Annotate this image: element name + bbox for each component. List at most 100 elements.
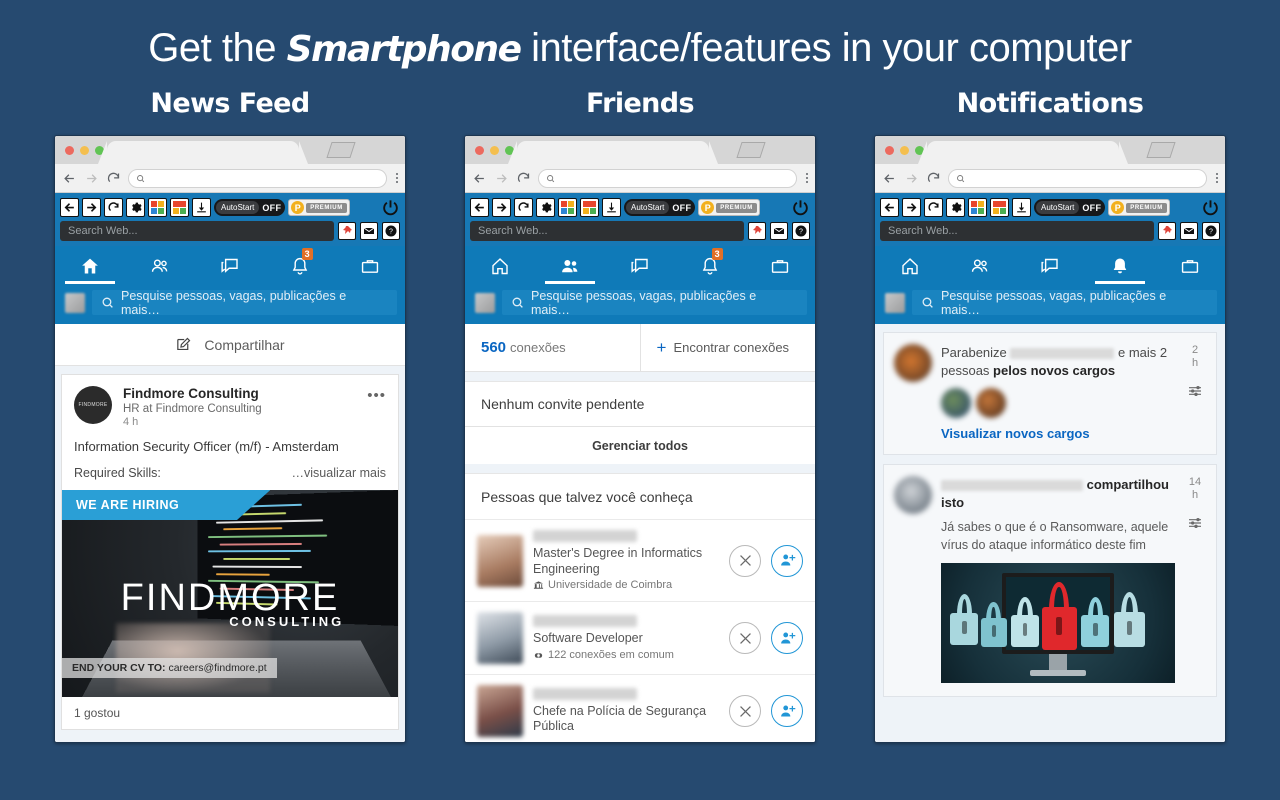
find-connections-button[interactable]: + Encontrar conexões: [641, 324, 816, 371]
premium-badge[interactable]: P PREMIUM: [698, 199, 760, 216]
window-controls[interactable]: [55, 146, 104, 164]
app-tab-notifications[interactable]: 3: [265, 246, 335, 284]
power-icon[interactable]: [381, 198, 400, 217]
pin-button[interactable]: [1158, 222, 1176, 240]
post-avatar[interactable]: FINDMORE: [74, 386, 112, 424]
share-bar[interactable]: Compartilhar: [55, 324, 405, 366]
url-input[interactable]: [538, 168, 797, 188]
new-tab-button[interactable]: [1146, 142, 1176, 158]
window-controls[interactable]: [875, 146, 924, 164]
ext-forward-button[interactable]: [492, 198, 511, 217]
forward-icon[interactable]: [904, 171, 919, 186]
pin-button[interactable]: [338, 222, 356, 240]
web-search-input[interactable]: Search Web...: [60, 221, 334, 241]
browser-tab[interactable]: [918, 141, 1128, 164]
back-icon[interactable]: [882, 171, 897, 186]
minimize-window-button[interactable]: [900, 146, 909, 155]
manage-all-button[interactable]: Gerenciar todos: [465, 427, 815, 464]
add-connection-button[interactable]: [771, 695, 803, 728]
ext-settings-button[interactable]: [536, 198, 555, 217]
ext-apps-button[interactable]: [968, 198, 987, 217]
back-icon[interactable]: [472, 171, 487, 186]
ext-back-button[interactable]: [60, 198, 79, 217]
browser-menu-icon[interactable]: [804, 173, 808, 183]
avatar[interactable]: [65, 292, 85, 313]
ext-back-button[interactable]: [470, 198, 489, 217]
ext-refresh-button[interactable]: [514, 198, 533, 217]
help-button[interactable]: ?: [1202, 222, 1220, 240]
app-tab-people[interactable]: [945, 246, 1015, 284]
mail-button[interactable]: [770, 222, 788, 240]
ext-forward-button[interactable]: [82, 198, 101, 217]
avatar[interactable]: [475, 292, 495, 313]
autostart-toggle[interactable]: AutoStart OFF: [624, 199, 696, 216]
ext-download-button[interactable]: [602, 198, 621, 217]
web-search-input[interactable]: Search Web...: [880, 221, 1154, 241]
app-tab-home[interactable]: [465, 246, 535, 284]
app-tab-jobs[interactable]: [745, 246, 815, 284]
app-tab-notifications[interactable]: [1085, 246, 1155, 284]
notification-image[interactable]: [941, 563, 1175, 684]
close-window-button[interactable]: [65, 146, 74, 155]
post-author[interactable]: Findmore Consulting: [123, 386, 262, 401]
premium-badge[interactable]: P PREMIUM: [288, 199, 350, 216]
app-tab-messages[interactable]: [605, 246, 675, 284]
browser-tab[interactable]: [508, 141, 718, 164]
premium-badge[interactable]: P PREMIUM: [1108, 199, 1170, 216]
ext-download-button[interactable]: [1012, 198, 1031, 217]
app-tab-people[interactable]: [535, 246, 605, 284]
app-tab-home[interactable]: [875, 246, 945, 284]
app-tab-jobs[interactable]: [1155, 246, 1225, 284]
avatar[interactable]: [894, 476, 932, 515]
avatar[interactable]: [477, 534, 523, 587]
search-input[interactable]: Pesquise pessoas, vagas, publicações e m…: [912, 289, 1217, 317]
browser-tab[interactable]: [98, 141, 308, 164]
power-icon[interactable]: [791, 198, 810, 217]
add-connection-button[interactable]: [771, 622, 803, 655]
close-window-button[interactable]: [475, 146, 484, 155]
dismiss-suggestion-button[interactable]: [729, 622, 761, 655]
url-input[interactable]: [948, 168, 1207, 188]
post-see-more-link[interactable]: …visualizar mais: [292, 466, 386, 480]
app-tab-jobs[interactable]: [335, 246, 405, 284]
ext-settings-button[interactable]: [946, 198, 965, 217]
browser-menu-icon[interactable]: [394, 173, 398, 183]
ext-forward-button[interactable]: [902, 198, 921, 217]
notification-item[interactable]: Parabenize e mais 2 pessoas pelos novos …: [883, 332, 1217, 456]
power-icon[interactable]: [1201, 198, 1220, 217]
help-button[interactable]: ?: [382, 222, 400, 240]
browser-menu-icon[interactable]: [1214, 173, 1218, 183]
ext-apps-button[interactable]: [558, 198, 577, 217]
web-search-input[interactable]: Search Web...: [470, 221, 744, 241]
url-input[interactable]: [128, 168, 387, 188]
app-tab-messages[interactable]: [195, 246, 265, 284]
back-icon[interactable]: [62, 171, 77, 186]
app-tab-people[interactable]: [125, 246, 195, 284]
settings-sliders-icon[interactable]: [1187, 515, 1203, 531]
avatar[interactable]: [477, 685, 523, 738]
minimize-window-button[interactable]: [80, 146, 89, 155]
list-item[interactable]: Chefe na Polícia de Segurança Pública: [465, 674, 815, 742]
connections-count-cell[interactable]: 560 conexões: [465, 324, 641, 371]
ext-layout-button[interactable]: [170, 198, 189, 217]
dismiss-suggestion-button[interactable]: [729, 544, 761, 577]
new-tab-button[interactable]: [326, 142, 356, 158]
ext-back-button[interactable]: [880, 198, 899, 217]
settings-sliders-icon[interactable]: [1187, 383, 1203, 399]
ext-settings-button[interactable]: [126, 198, 145, 217]
ext-refresh-button[interactable]: [924, 198, 943, 217]
post-options-icon[interactable]: •••: [367, 387, 386, 404]
search-input[interactable]: Pesquise pessoas, vagas, publicações e m…: [92, 289, 397, 317]
add-connection-button[interactable]: [771, 544, 803, 577]
autostart-toggle[interactable]: AutoStart OFF: [214, 199, 286, 216]
avatar[interactable]: [894, 344, 932, 382]
ext-apps-button[interactable]: [148, 198, 167, 217]
window-controls[interactable]: [465, 146, 514, 164]
avatar[interactable]: [941, 388, 971, 419]
avatar[interactable]: [885, 292, 905, 313]
mail-button[interactable]: [1180, 222, 1198, 240]
app-tab-notifications[interactable]: 3: [675, 246, 745, 284]
avatar[interactable]: [976, 388, 1006, 419]
ext-layout-button[interactable]: [580, 198, 599, 217]
autostart-toggle[interactable]: AutoStart OFF: [1034, 199, 1106, 216]
